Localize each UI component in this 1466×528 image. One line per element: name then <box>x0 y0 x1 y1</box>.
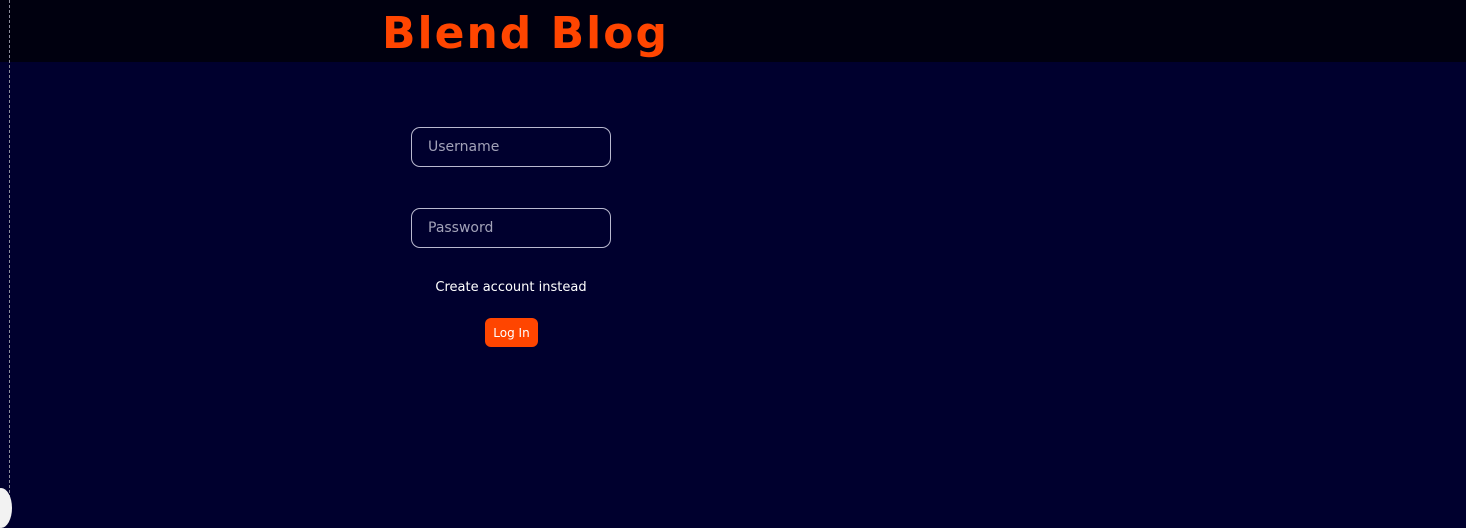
site-title: Blend Blog <box>382 8 669 59</box>
left-dashed-guide <box>9 0 10 518</box>
login-button[interactable]: Log In <box>485 318 538 347</box>
create-account-link[interactable]: Create account instead <box>411 279 611 297</box>
corner-shape <box>0 488 12 528</box>
username-input[interactable] <box>411 127 611 167</box>
password-input[interactable] <box>411 208 611 248</box>
top-header-bar: Blend Blog <box>0 0 1466 62</box>
